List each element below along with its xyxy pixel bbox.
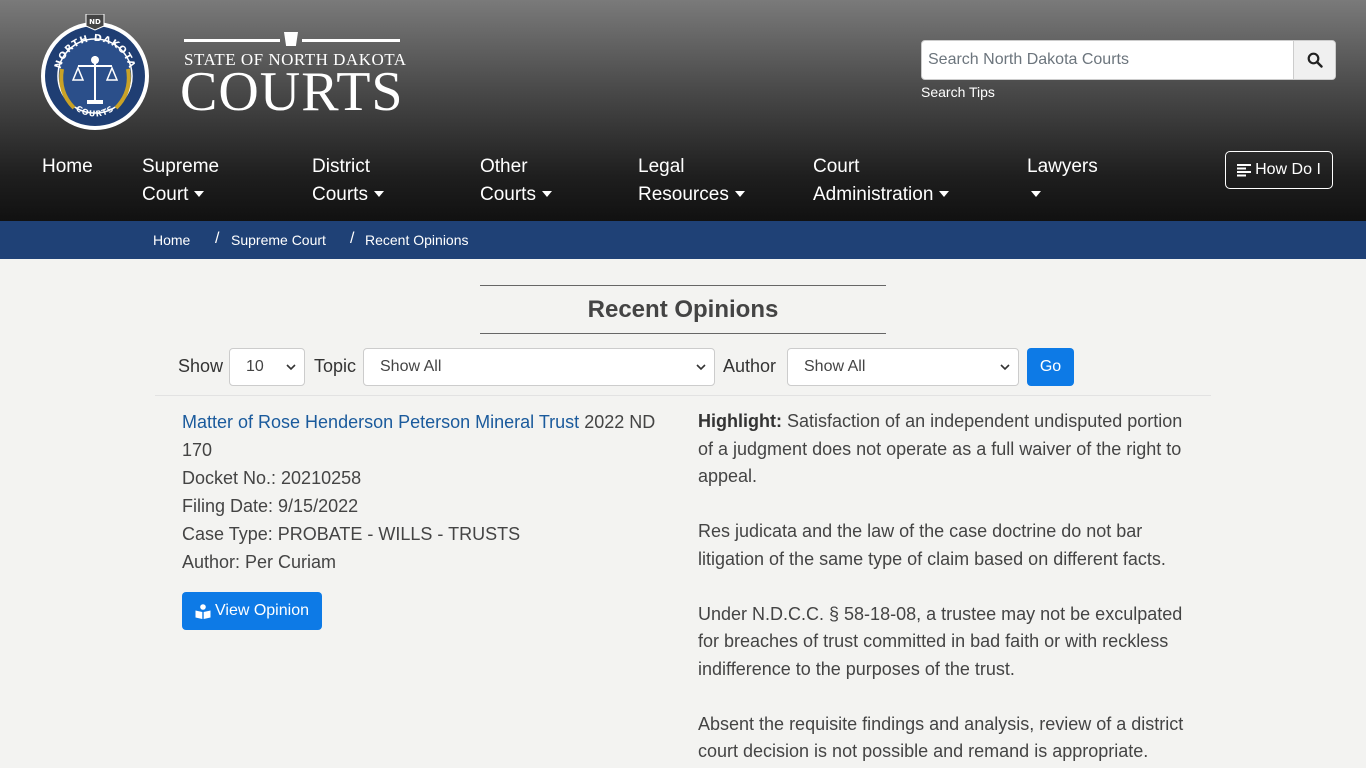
caret-down-icon bbox=[373, 190, 384, 197]
topic-select-value: Show All bbox=[380, 358, 442, 375]
search-tips-link[interactable]: Search Tips bbox=[921, 84, 995, 100]
breadcrumb: Home / Supreme Court / Recent Opinions bbox=[0, 221, 1366, 259]
go-button[interactable]: Go bbox=[1027, 348, 1074, 386]
nav-court-administration[interactable]: Court Administration bbox=[813, 153, 950, 209]
opinion-highlights: Highlight: Satisfaction of an independen… bbox=[698, 408, 1188, 768]
highlight-label: Highlight: bbox=[698, 411, 782, 431]
breadcrumb-home[interactable]: Home bbox=[153, 232, 190, 248]
view-opinion-button[interactable]: View Opinion bbox=[182, 592, 322, 630]
nav-home-label: Home bbox=[42, 156, 93, 177]
topic-label: Topic bbox=[314, 356, 357, 376]
nav-lawyers-line1: Lawyers bbox=[1027, 156, 1098, 177]
capitol-icon bbox=[284, 32, 298, 46]
highlight-paragraph: Absent the requisite findings and analys… bbox=[698, 713, 1184, 762]
opinion-filing-date: Filing Date: 9/15/2022 bbox=[182, 496, 359, 516]
nav-legal-resources-line1: Legal bbox=[638, 156, 685, 177]
breadcrumb-supreme-court[interactable]: Supreme Court bbox=[231, 232, 326, 248]
how-do-i-label: How Do I bbox=[1255, 161, 1321, 178]
logo-title: COURTS bbox=[180, 61, 404, 123]
logo-rule-left bbox=[184, 39, 280, 42]
nav-district-courts-line2: Courts bbox=[312, 184, 368, 205]
nav-lawyers[interactable]: Lawyers bbox=[1027, 153, 1098, 209]
highlight-paragraph: Under N.D.C.C. § 58-18-08, a trustee may… bbox=[698, 603, 1183, 679]
breadcrumb-separator: / bbox=[350, 230, 355, 247]
nav-district-courts[interactable]: District Courts bbox=[312, 153, 384, 209]
opinion-details: Matter of Rose Henderson Peterson Minera… bbox=[182, 408, 662, 576]
nav-supreme-court-line1: Supreme bbox=[142, 156, 220, 177]
nav-home[interactable]: Home bbox=[42, 153, 93, 181]
caret-down-icon bbox=[541, 190, 552, 197]
nav-court-administration-line1: Court bbox=[813, 156, 860, 177]
caret-down-icon bbox=[1031, 190, 1041, 197]
search-bar bbox=[921, 40, 1336, 80]
opinion-docket: Docket No.: 20210258 bbox=[182, 468, 362, 488]
highlight-paragraph: Highlight: Satisfaction of an independen… bbox=[698, 408, 1188, 491]
nav-supreme-court[interactable]: Supreme Court bbox=[142, 153, 219, 209]
caret-down-icon bbox=[939, 190, 950, 197]
site-logo[interactable]: STATE OF NORTH DAKOTA COURTS bbox=[180, 30, 410, 120]
author-select[interactable]: Show All bbox=[787, 348, 1019, 386]
list-icon bbox=[1237, 164, 1252, 177]
breadcrumb-separator: / bbox=[215, 230, 220, 247]
book-reader-icon bbox=[195, 603, 211, 619]
nav-legal-resources[interactable]: Legal Resources bbox=[638, 153, 745, 209]
nav-district-courts-line1: District bbox=[312, 156, 371, 177]
nav-other-courts[interactable]: Other Courts bbox=[480, 153, 552, 209]
opinion-title-link[interactable]: Matter of Rose Henderson Peterson Minera… bbox=[182, 412, 579, 432]
search-input[interactable] bbox=[922, 41, 1293, 79]
opinion-author: Author: Per Curiam bbox=[182, 552, 337, 572]
page-title-block: Recent Opinions bbox=[480, 285, 886, 334]
chevron-down-icon bbox=[1000, 364, 1010, 371]
nav-court-administration-line2: Administration bbox=[813, 184, 934, 205]
how-do-i-button[interactable]: How Do I bbox=[1225, 151, 1333, 189]
caret-down-icon bbox=[194, 190, 205, 197]
nav-other-courts-line1: Other bbox=[480, 156, 528, 177]
nav-other-courts-line2: Courts bbox=[480, 184, 536, 205]
author-select-value: Show All bbox=[804, 358, 866, 375]
seal-badge: ND bbox=[89, 18, 101, 26]
search-icon bbox=[1307, 52, 1323, 68]
nav-legal-resources-line2: Resources bbox=[638, 184, 729, 205]
logo-rule-right bbox=[302, 39, 400, 42]
show-select-value: 10 bbox=[246, 358, 264, 375]
search-button[interactable] bbox=[1293, 41, 1335, 79]
chevron-down-icon bbox=[696, 364, 706, 371]
show-select[interactable]: 10 bbox=[229, 348, 305, 386]
breadcrumb-current: Recent Opinions bbox=[365, 232, 469, 248]
author-label: Author bbox=[723, 356, 777, 376]
topic-select[interactable]: Show All bbox=[363, 348, 715, 386]
site-header: NORTH DAKOTA COURTS ND STATE OF NORTH DA… bbox=[0, 0, 1366, 221]
show-label: Show bbox=[178, 356, 224, 376]
opinion-case-type: Case Type: PROBATE - WILLS - TRUSTS bbox=[182, 524, 521, 544]
chevron-down-icon bbox=[286, 364, 296, 371]
page-title: Recent Opinions bbox=[587, 295, 779, 323]
north-dakota-courts-seal[interactable]: NORTH DAKOTA COURTS ND bbox=[40, 14, 150, 132]
view-opinion-label: View Opinion bbox=[215, 602, 309, 619]
highlight-paragraph: Res judicata and the law of the case doc… bbox=[698, 521, 1166, 569]
divider bbox=[155, 395, 1211, 396]
nav-supreme-court-line2: Court bbox=[142, 184, 189, 205]
caret-down-icon bbox=[734, 190, 745, 197]
